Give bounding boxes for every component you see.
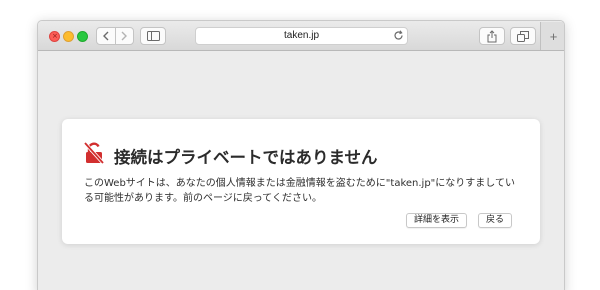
chevron-left-icon (102, 31, 109, 41)
back-button[interactable] (97, 28, 116, 44)
minimize-window-button[interactable] (63, 31, 74, 42)
share-button[interactable] (479, 27, 505, 45)
go-back-button[interactable]: 戻る (478, 213, 513, 228)
close-window-button[interactable]: × (49, 31, 60, 42)
privacy-warning-card: 接続はプライベートではありません このWebサイトは、あなたの個人情報または金融… (62, 119, 540, 244)
reload-icon[interactable] (393, 30, 404, 41)
navigation-buttons (96, 27, 134, 45)
show-details-button[interactable]: 詳細を表示 (406, 213, 468, 228)
broken-lock-icon (84, 142, 104, 164)
forward-button[interactable] (116, 28, 134, 44)
sidebar-button[interactable] (140, 27, 166, 45)
chevron-right-icon (121, 31, 128, 41)
share-icon (487, 29, 497, 42)
browser-window: × taken.jp + 接続はプライベートではありません このWebサイトは、… (37, 20, 565, 290)
browser-toolbar: × taken.jp + (38, 21, 564, 51)
warning-message: このWebサイトは、あなたの個人情報または金融情報を盗むために"taken.jp… (84, 178, 515, 204)
tabs-overview-button[interactable] (510, 27, 536, 45)
tabs-overview-icon (517, 30, 529, 42)
sidebar-icon (146, 31, 160, 41)
address-text: taken.jp (283, 30, 320, 41)
address-bar[interactable]: taken.jp (195, 27, 408, 45)
plus-icon: + (549, 28, 558, 44)
warning-title: 接続はプライベートではありません (114, 148, 378, 167)
close-icon: × (52, 32, 58, 40)
new-tab-button[interactable]: + (540, 22, 564, 50)
zoom-window-button[interactable] (77, 31, 88, 42)
page-content: 接続はプライベートではありません このWebサイトは、あなたの個人情報または金融… (38, 52, 564, 290)
